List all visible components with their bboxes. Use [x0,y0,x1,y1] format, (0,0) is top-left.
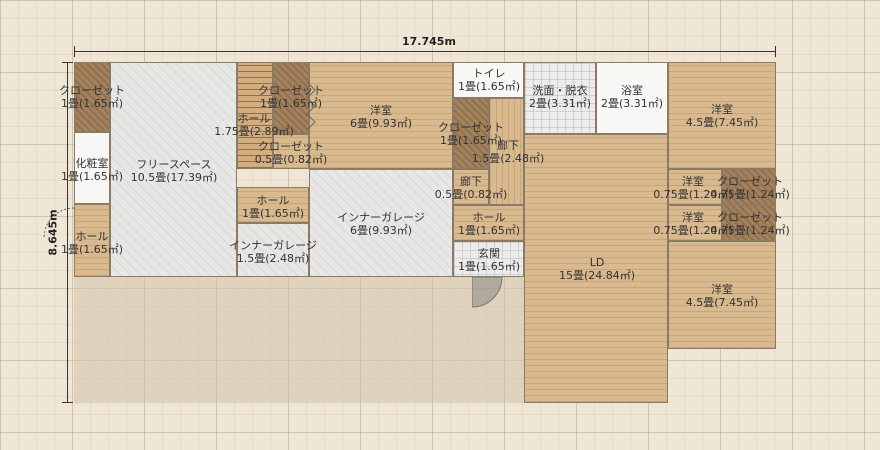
label-hall-mid: ホール 1畳(1.65㎡) [241,194,305,220]
label-closet-mid-small: クローゼット 0.5畳(0.82㎡) [254,140,328,166]
label-corridor-b: 廊下 0.5畳(0.82㎡) [434,175,508,201]
height-dimension-tick-bottom [62,402,73,403]
floor-plan: 17.745m 8.645m クローゼット 1畳(1.65㎡) 化粧室 1畳(1… [0,0,880,450]
label-vanity: 化粧室 1畳(1.65㎡) [60,157,124,183]
label-closet-mid-top: クローゼット 1畳(1.65㎡) [258,84,324,110]
label-hall-center: ホール 1畳(1.65㎡) [457,211,521,237]
label-hall-left: ホール 1畳(1.65㎡) [60,230,124,256]
label-closet-right-b: クローゼット 0.75畳(1.24㎡) [710,211,790,237]
width-dimension-label: 17.745m [402,35,456,48]
height-dimension-tick-top [62,62,73,63]
label-western-right-bottom: 洋室 4.5畳(7.45㎡) [685,283,759,309]
width-dimension-line [74,51,776,52]
door-swing-entrance [472,277,503,308]
width-dimension-tick-left [74,46,75,57]
label-closet-right-a: クローゼット 0.75畳(1.24㎡) [710,175,790,201]
outdoor-area [74,277,524,403]
label-inner-garage-small: インナーガレージ 1.5畳(2.48㎡) [229,239,317,265]
label-inner-garage: インナーガレージ 6畳(9.93㎡) [337,211,425,237]
label-corridor-a: 廊下 1.5畳(2.48㎡) [471,139,545,165]
label-western-mid: 洋室 6畳(9.93㎡) [349,104,413,130]
label-closet-left: クローゼット 1畳(1.65㎡) [59,84,125,110]
label-bathroom: 浴室 2畳(3.31㎡) [600,84,664,110]
label-free-space: フリースペース 10.5畳(17.39㎡) [130,158,218,184]
label-entrance: 玄関 1畳(1.65㎡) [457,247,521,273]
width-dimension-tick-right [775,46,776,57]
label-toilet: トイレ 1畳(1.65㎡) [457,67,521,93]
label-hall-stairs: ホール 1.75畳(2.89㎡) [214,112,294,138]
label-ld: LD 15畳(24.84㎡) [558,256,636,282]
label-western-right-top: 洋室 4.5畳(7.45㎡) [685,103,759,129]
label-washroom: 洗面・脱衣 2畳(3.31㎡) [528,84,592,110]
